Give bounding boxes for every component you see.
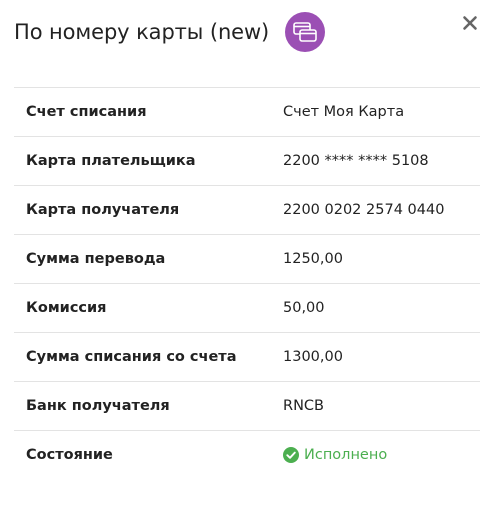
row-value: 2200 **** **** 5108 (283, 153, 429, 169)
row-label: Карта плательщика (26, 153, 196, 169)
row-value: RNCB (283, 398, 324, 414)
detail-row-debit-amount: Сумма списания со счета 1300,00 (14, 333, 480, 382)
row-label: Карта получателя (26, 202, 180, 218)
row-value: 50,00 (283, 300, 325, 316)
row-value: Счет Моя Карта (283, 104, 405, 120)
row-label: Состояние (26, 447, 113, 463)
detail-row-commission: Комиссия 50,00 (14, 284, 480, 333)
detail-row-status: Состояние Исполнено (14, 431, 480, 479)
close-button[interactable] (461, 14, 479, 32)
row-label: Счет списания (26, 104, 147, 120)
row-value: 2200 0202 2574 0440 (283, 202, 445, 218)
status-value: Исполнено (283, 447, 387, 463)
dialog-title: По номеру карты (new) (14, 20, 270, 44)
row-label: Комиссия (26, 300, 107, 316)
check-circle-icon (283, 447, 299, 463)
detail-row-transfer-amount: Сумма перевода 1250,00 (14, 235, 480, 284)
detail-row-debit-account: Счет списания Счет Моя Карта (14, 88, 480, 137)
row-label: Сумма списания со счета (26, 349, 237, 365)
detail-row-recipient-card: Карта получателя 2200 0202 2574 0440 (14, 186, 480, 235)
status-text: Исполнено (304, 447, 388, 463)
detail-row-recipient-bank: Банк получателя RNCB (14, 382, 480, 431)
transfer-details-table: Счет списания Счет Моя Карта Карта плате… (14, 87, 480, 479)
row-value: 1250,00 (283, 251, 343, 267)
dialog-header: По номеру карты (new) (14, 12, 326, 52)
detail-row-payer-card: Карта плательщика 2200 **** **** 5108 (14, 137, 480, 186)
row-label: Сумма перевода (26, 251, 166, 267)
row-label: Банк получателя (26, 398, 170, 414)
cards-icon (285, 12, 326, 52)
row-value: 1300,00 (283, 349, 343, 365)
close-icon[interactable] (461, 14, 479, 32)
